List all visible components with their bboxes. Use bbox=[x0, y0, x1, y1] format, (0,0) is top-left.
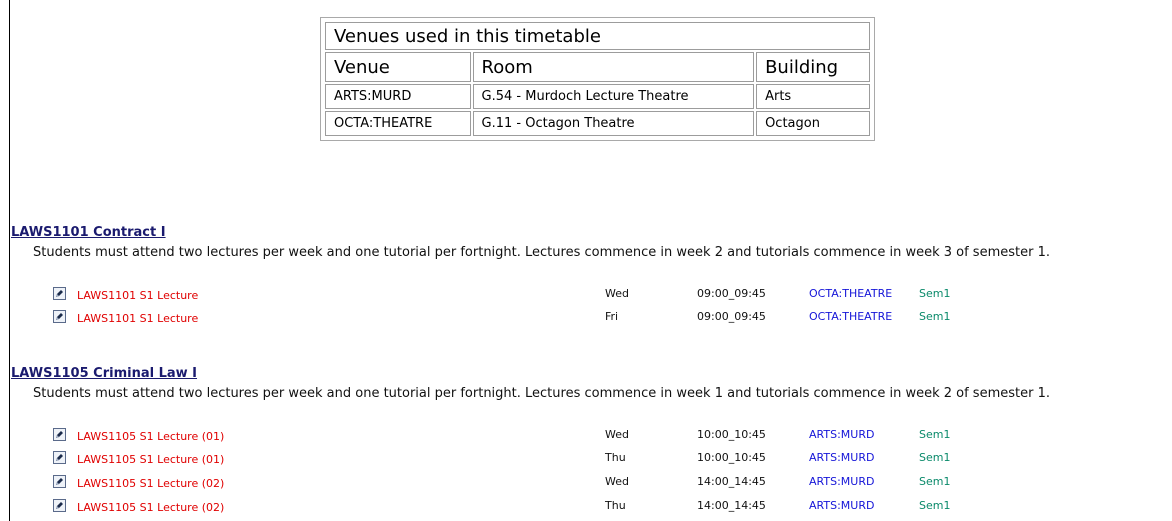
course-title-link[interactable]: LAWS1101 Contract I bbox=[11, 225, 166, 240]
course-description: Students must attend two lectures per we… bbox=[33, 245, 1050, 260]
activity-venue-link[interactable]: OCTA:THEATRE bbox=[809, 287, 892, 300]
activity-day: Wed bbox=[605, 287, 629, 300]
activity-link[interactable]: LAWS1105 S1 Lecture (02) bbox=[77, 501, 224, 514]
activity-semester: Sem1 bbox=[919, 451, 951, 464]
activity-venue-link[interactable]: ARTS:MURD bbox=[809, 499, 874, 512]
activity-row: LAWS1105 S1 Lecture (02) Thu 14:00_14:45… bbox=[11, 499, 1111, 519]
course-description: Students must attend two lectures per we… bbox=[33, 386, 1050, 401]
activity-link[interactable]: LAWS1101 S1 Lecture bbox=[77, 289, 198, 302]
activity-venue-link[interactable]: ARTS:MURD bbox=[809, 428, 874, 441]
activity-day: Fri bbox=[605, 310, 619, 323]
activity-venue-link[interactable]: ARTS:MURD bbox=[809, 475, 874, 488]
room-cell: G.54 - Murdoch Lecture Theatre bbox=[472, 84, 755, 109]
table-row: OCTA:THEATRE G.11 - Octagon Theatre Octa… bbox=[325, 111, 870, 136]
activity-time: 10:00_10:45 bbox=[697, 451, 766, 464]
activity-day: Thu bbox=[605, 499, 626, 512]
building-cell: Arts bbox=[756, 84, 870, 109]
activity-time: 09:00_09:45 bbox=[697, 287, 766, 300]
activity-row: LAWS1101 S1 Lecture Wed 09:00_09:45 OCTA… bbox=[11, 287, 1111, 307]
venues-table-caption: Venues used in this timetable bbox=[325, 22, 870, 50]
room-cell: G.11 - Octagon Theatre bbox=[472, 111, 755, 136]
activity-day: Thu bbox=[605, 451, 626, 464]
edit-pen-icon[interactable] bbox=[53, 287, 66, 300]
edit-pen-icon[interactable] bbox=[53, 475, 66, 488]
venue-cell: OCTA:THEATRE bbox=[325, 111, 471, 136]
activity-semester: Sem1 bbox=[919, 287, 951, 300]
edit-pen-icon[interactable] bbox=[53, 451, 66, 464]
activity-venue-link[interactable]: ARTS:MURD bbox=[809, 451, 874, 464]
activity-semester: Sem1 bbox=[919, 475, 951, 488]
activity-link[interactable]: LAWS1105 S1 Lecture (01) bbox=[77, 430, 224, 443]
building-cell: Octagon bbox=[756, 111, 870, 136]
table-row: ARTS:MURD G.54 - Murdoch Lecture Theatre… bbox=[325, 84, 870, 109]
activity-link[interactable]: LAWS1105 S1 Lecture (02) bbox=[77, 477, 224, 490]
activity-time: 09:00_09:45 bbox=[697, 310, 766, 323]
venues-table: Venues used in this timetable Venue Room… bbox=[320, 17, 875, 141]
column-header-venue: Venue bbox=[325, 52, 471, 82]
activity-day: Wed bbox=[605, 428, 629, 441]
course-section: LAWS1101 Contract I Students must attend… bbox=[11, 221, 1111, 261]
course-title-link[interactable]: LAWS1105 Criminal Law I bbox=[11, 366, 197, 381]
column-header-room: Room bbox=[472, 52, 755, 82]
activity-day: Wed bbox=[605, 475, 629, 488]
activity-semester: Sem1 bbox=[919, 310, 951, 323]
course-section: LAWS1105 Criminal Law I Students must at… bbox=[11, 362, 1111, 402]
venue-cell: ARTS:MURD bbox=[325, 84, 471, 109]
activity-row: LAWS1105 S1 Lecture (01) Wed 10:00_10:45… bbox=[11, 428, 1111, 448]
activity-row: LAWS1105 S1 Lecture (02) Wed 14:00_14:45… bbox=[11, 475, 1111, 495]
activity-row: LAWS1101 S1 Lecture Fri 09:00_09:45 OCTA… bbox=[11, 310, 1111, 330]
activity-link[interactable]: LAWS1101 S1 Lecture bbox=[77, 312, 198, 325]
edit-pen-icon[interactable] bbox=[53, 310, 66, 323]
activity-venue-link[interactable]: OCTA:THEATRE bbox=[809, 310, 892, 323]
activity-time: 10:00_10:45 bbox=[697, 428, 766, 441]
edit-pen-icon[interactable] bbox=[53, 499, 66, 512]
activity-link[interactable]: LAWS1105 S1 Lecture (01) bbox=[77, 453, 224, 466]
activity-semester: Sem1 bbox=[919, 499, 951, 512]
activity-time: 14:00_14:45 bbox=[697, 499, 766, 512]
activity-semester: Sem1 bbox=[919, 428, 951, 441]
column-header-building: Building bbox=[756, 52, 870, 82]
left-border-line bbox=[9, 0, 10, 521]
edit-pen-icon[interactable] bbox=[53, 428, 66, 441]
activity-row: LAWS1105 S1 Lecture (01) Thu 10:00_10:45… bbox=[11, 451, 1111, 471]
activity-time: 14:00_14:45 bbox=[697, 475, 766, 488]
